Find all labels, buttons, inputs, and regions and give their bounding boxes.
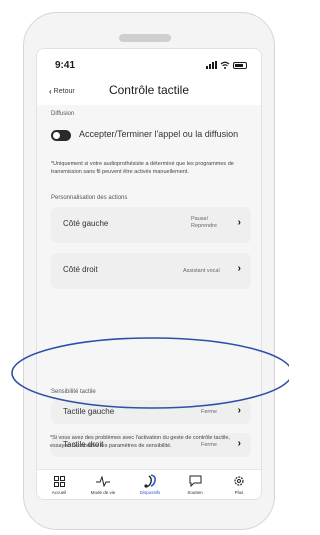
left-side-label: Côté gauche bbox=[63, 219, 109, 228]
tab-support-label: Soutien bbox=[187, 490, 203, 495]
left-touch-value: Ferme bbox=[201, 409, 217, 415]
call-stream-toggle-label: Accepter/Terminer l'appel ou la diffusio… bbox=[79, 129, 239, 139]
tab-devices[interactable]: Dispositifs bbox=[130, 474, 170, 495]
battery-icon bbox=[233, 62, 247, 69]
status-bar: 9:41 bbox=[37, 49, 261, 79]
sensitivity-section-label: Sensibilité tactile bbox=[51, 389, 96, 395]
sensitivity-note: *Si vous avez des problèmes avec l'activ… bbox=[50, 435, 230, 449]
diffusion-note: *Uniquement si votre audioprothésiste a … bbox=[51, 161, 234, 175]
settings-content: Diffusion Accepter/Terminer l'appel ou l… bbox=[37, 105, 261, 469]
status-time: 9:41 bbox=[55, 60, 76, 71]
left-side-action-row[interactable]: Côté gauche Pause/ Reprendre › bbox=[51, 207, 251, 243]
diffusion-section-label: Diffusion bbox=[51, 111, 75, 117]
tab-home[interactable]: Accueil bbox=[39, 474, 79, 495]
hearing-aid-icon bbox=[144, 474, 156, 488]
tab-lifestyle[interactable]: Mode de vie bbox=[83, 474, 123, 495]
activity-icon bbox=[96, 475, 110, 487]
tab-devices-label: Dispositifs bbox=[139, 490, 161, 495]
tab-lifestyle-label: Mode de vie bbox=[90, 490, 116, 495]
nav-bar: ‹ Retour Contrôle tactile bbox=[37, 79, 261, 105]
tab-home-label: Accueil bbox=[51, 490, 67, 495]
gear-icon bbox=[234, 476, 244, 486]
tab-bar: Accueil Mode de vie Dispositifs Soutien … bbox=[37, 469, 261, 499]
left-touch-label: Tactile gauche bbox=[63, 407, 115, 416]
wifi-icon bbox=[220, 61, 230, 69]
tab-support[interactable]: Soutien bbox=[175, 474, 215, 495]
phone-screen: 9:41 ‹ Retour Contrôle tactile Diffusion… bbox=[36, 48, 262, 500]
right-side-action-row[interactable]: Côté droit Assistant vocal › bbox=[51, 253, 251, 289]
left-side-value: Pause/ Reprendre bbox=[191, 216, 217, 229]
left-touch-sensitivity-row[interactable]: Tactile gauche Ferme › bbox=[51, 400, 251, 424]
call-stream-toggle[interactable] bbox=[51, 130, 71, 141]
right-side-value: Assistant vocal bbox=[183, 268, 220, 274]
chevron-right-icon: › bbox=[237, 263, 241, 274]
signal-icon bbox=[206, 61, 217, 69]
chevron-right-icon: › bbox=[237, 217, 241, 228]
chat-icon bbox=[189, 475, 201, 487]
right-side-label: Côté droit bbox=[63, 265, 98, 274]
page-title: Contrôle tactile bbox=[108, 83, 190, 97]
phone-speaker bbox=[119, 34, 171, 42]
chevron-right-icon: › bbox=[237, 405, 241, 416]
tab-more[interactable]: Plus bbox=[219, 474, 259, 495]
grid-icon bbox=[53, 475, 65, 487]
tab-more-label: Plus bbox=[234, 490, 244, 495]
status-icons bbox=[206, 60, 247, 69]
personalisation-section-label: Personnalisation des actions bbox=[51, 195, 128, 201]
